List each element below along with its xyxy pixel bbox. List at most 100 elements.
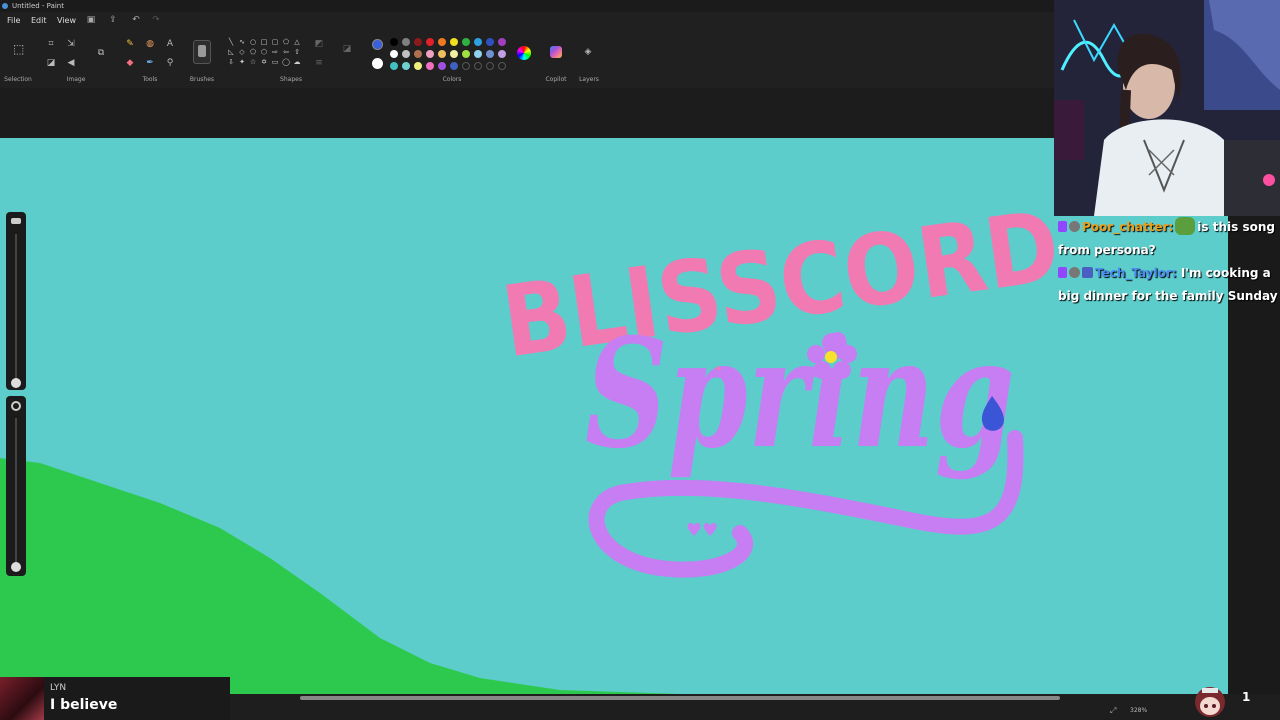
undo-icon[interactable]: ↶ — [131, 15, 141, 25]
layers-icon[interactable]: ◈ — [583, 47, 593, 57]
opacity-slider[interactable] — [6, 396, 26, 576]
color-swatch[interactable] — [438, 50, 446, 58]
color-swatch[interactable] — [402, 38, 410, 46]
color-swatch[interactable] — [462, 38, 470, 46]
triangle-shape-icon[interactable]: △ — [293, 38, 301, 46]
frog-emote-icon — [1175, 217, 1196, 235]
color-swatch[interactable] — [498, 50, 506, 58]
selection-group-label: Selection — [4, 76, 32, 83]
fit-to-window-icon[interactable]: ⤢ — [1110, 706, 1116, 716]
pencil-icon[interactable]: ✎ — [125, 39, 135, 49]
alert-message: I believe — [50, 697, 118, 713]
color-swatch[interactable] — [486, 38, 494, 46]
color-swatch[interactable] — [390, 50, 398, 58]
canvas-artwork: BLISSCORD Spring ♥♥ ✦ — [0, 190, 1066, 694]
webcam-overlay — [1054, 0, 1280, 216]
callout-shape-icon[interactable]: ▭ — [271, 58, 279, 66]
green-hill — [0, 458, 680, 694]
six-point-star-shape-icon[interactable]: ✡ — [260, 58, 268, 66]
crop-icon[interactable]: ⌗ — [46, 39, 56, 49]
share-icon[interactable]: ⇪ — [108, 15, 118, 25]
chat-message: Tech_Taylor: I'm cooking a big dinner fo… — [1054, 262, 1280, 308]
oval-callout-shape-icon[interactable]: ◯ — [282, 58, 290, 66]
shape-size-icon[interactable]: ≡ — [314, 58, 324, 68]
color-swatch[interactable] — [426, 50, 434, 58]
edit-colors-icon[interactable] — [517, 46, 531, 60]
down-arrow-shape-icon[interactable]: ⇩ — [227, 58, 235, 66]
alert-username: LYN — [50, 683, 67, 693]
image-select-icon[interactable]: ⧉ — [96, 48, 106, 58]
chat-username: Poor_chatter: — [1082, 220, 1174, 234]
size-slider-thumb[interactable] — [11, 378, 21, 388]
selection-tool-icon[interactable]: ⬚ — [13, 43, 24, 55]
color-swatch[interactable] — [450, 50, 458, 58]
curve-shape-icon[interactable]: ∿ — [238, 38, 246, 46]
color-swatch[interactable] — [498, 62, 506, 70]
color-swatch[interactable] — [414, 62, 422, 70]
resize-icon[interactable]: ⇲ — [66, 39, 76, 49]
save-icon[interactable]: ▣ — [86, 15, 96, 25]
color-swatch[interactable] — [474, 50, 482, 58]
shape-fill-icon[interactable]: ◪ — [342, 44, 352, 54]
color-swatch[interactable] — [486, 50, 494, 58]
twitch-badge-icon — [1058, 267, 1067, 278]
color-swatch[interactable] — [414, 38, 422, 46]
up-arrow-shape-icon[interactable]: ⇧ — [293, 48, 301, 56]
diamond-shape-icon[interactable]: ◇ — [238, 48, 246, 56]
color-swatch[interactable] — [402, 50, 410, 58]
line-shape-icon[interactable]: ╲ — [227, 38, 235, 46]
pentagon-shape-icon[interactable]: ⬠ — [249, 48, 257, 56]
menu-view[interactable]: View — [57, 16, 76, 25]
five-point-star-shape-icon[interactable]: ☆ — [249, 58, 257, 66]
secondary-color-swatch[interactable] — [372, 58, 383, 69]
color-picker-icon[interactable]: ✒ — [145, 58, 155, 68]
color-swatch[interactable] — [462, 62, 470, 70]
oval-shape-icon[interactable]: ○ — [249, 38, 257, 46]
color-swatch[interactable] — [390, 62, 398, 70]
color-swatch[interactable] — [402, 62, 410, 70]
color-swatch[interactable] — [438, 62, 446, 70]
cloud-callout-shape-icon[interactable]: ☁ — [293, 58, 301, 66]
four-point-star-shape-icon[interactable]: ✦ — [238, 58, 246, 66]
zoom-level[interactable]: 328% — [1130, 707, 1147, 714]
color-swatch[interactable] — [438, 38, 446, 46]
menu-edit[interactable]: Edit — [31, 16, 47, 25]
left-arrow-shape-icon[interactable]: ⇦ — [282, 48, 290, 56]
primary-color-swatch[interactable] — [372, 39, 383, 50]
horizontal-scrollbar[interactable] — [300, 696, 1060, 700]
color-swatch[interactable] — [450, 62, 458, 70]
rounded-rect-shape-icon[interactable]: ▢ — [271, 38, 279, 46]
remove-background-icon[interactable]: ◪ — [46, 58, 56, 68]
fill-icon[interactable]: ◍ — [145, 39, 155, 49]
rotate-icon[interactable]: ◀ — [66, 58, 76, 68]
hexagon-shape-icon[interactable]: ⬡ — [260, 48, 268, 56]
eraser-icon[interactable]: ◆ — [125, 58, 135, 68]
polygon-shape-icon[interactable]: ⬠ — [282, 38, 290, 46]
color-swatch[interactable] — [426, 38, 434, 46]
colors-group-label: Colors — [442, 76, 462, 83]
brush-size-slider[interactable] — [6, 212, 26, 390]
color-swatch[interactable] — [474, 62, 482, 70]
chat-username: Tech_Taylor: — [1095, 266, 1177, 280]
opacity-slider-thumb[interactable] — [11, 562, 21, 572]
right-arrow-shape-icon[interactable]: ⇨ — [271, 48, 279, 56]
right-triangle-shape-icon[interactable]: ◺ — [227, 48, 235, 56]
color-swatch[interactable] — [486, 62, 494, 70]
color-swatch[interactable] — [414, 50, 422, 58]
copilot-icon[interactable] — [550, 46, 562, 58]
color-swatch[interactable] — [462, 50, 470, 58]
tools-group-label: Tools — [142, 76, 158, 83]
redo-icon[interactable]: ↷ — [151, 15, 161, 25]
color-swatch[interactable] — [390, 38, 398, 46]
color-swatch[interactable] — [474, 38, 482, 46]
color-swatch[interactable] — [450, 38, 458, 46]
text-tool-icon[interactable]: A — [165, 39, 175, 49]
shape-outline-icon[interactable]: ◩ — [314, 39, 324, 49]
brushes-button[interactable] — [193, 40, 211, 64]
color-swatch[interactable] — [498, 38, 506, 46]
color-swatch[interactable] — [426, 62, 434, 70]
drawing-canvas[interactable]: BLISSCORD Spring ♥♥ ✦ — [0, 138, 1228, 694]
rectangle-shape-icon[interactable]: □ — [260, 38, 268, 46]
magnifier-icon[interactable]: ⚲ — [165, 58, 175, 68]
menu-file[interactable]: File — [7, 16, 20, 25]
